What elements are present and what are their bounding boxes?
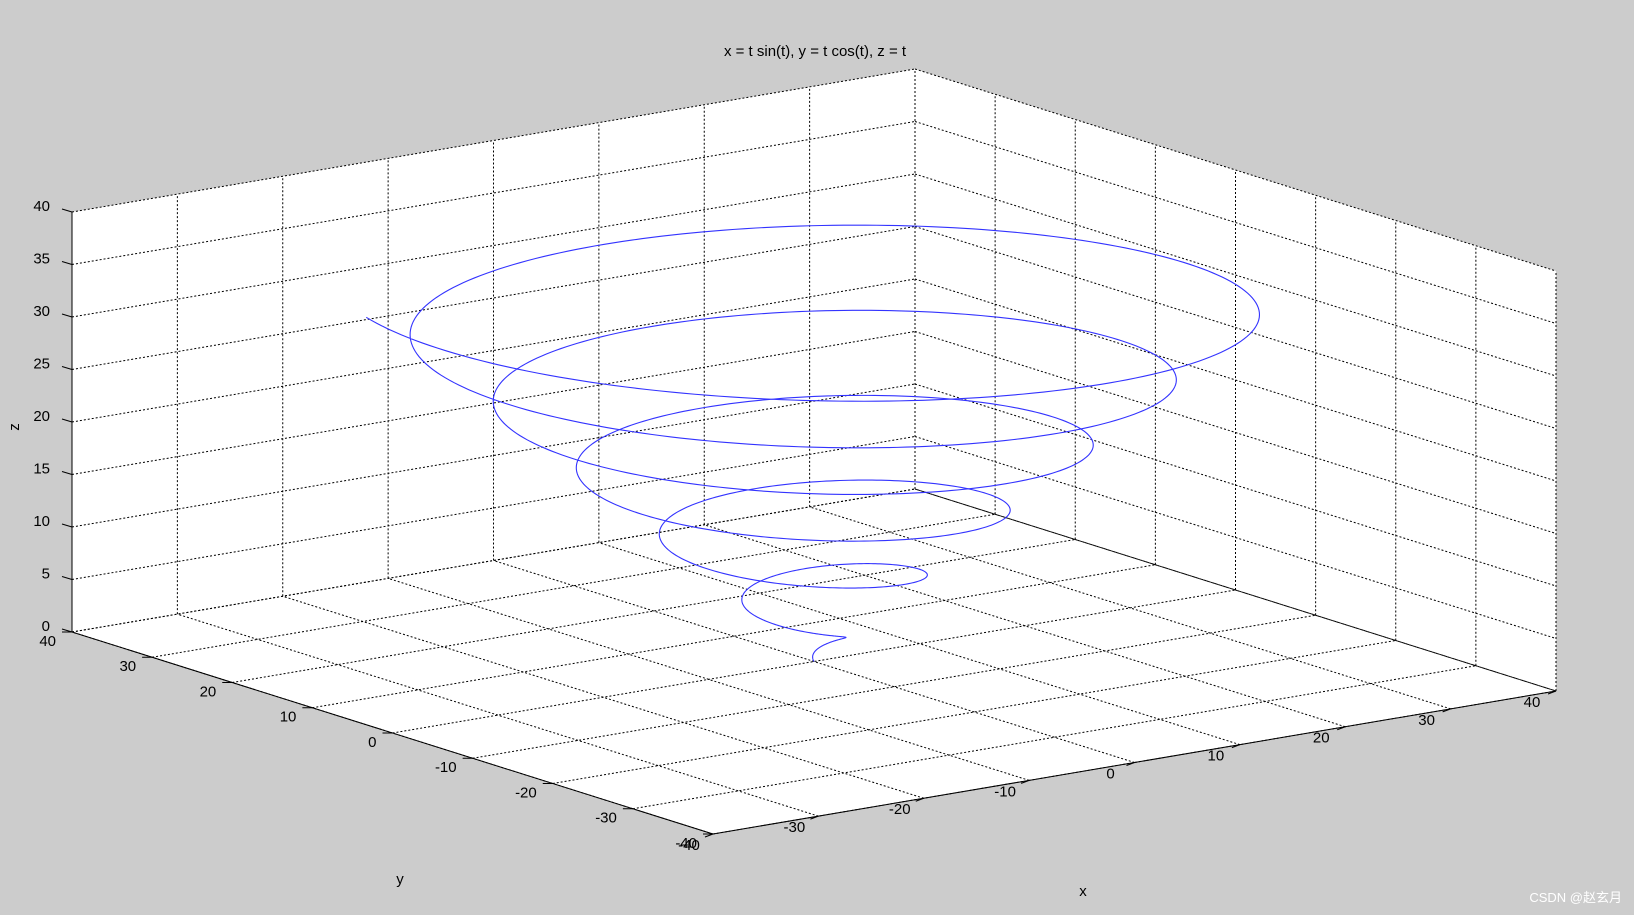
watermark: CSDN @赵玄月 <box>1529 890 1622 905</box>
x-tick-label: -10 <box>994 783 1016 800</box>
y-tick-label: 10 <box>280 709 297 726</box>
y-tick-label: -10 <box>435 759 457 776</box>
z-tick-label: 10 <box>33 513 50 530</box>
z-tick-label: 15 <box>33 460 50 477</box>
z-axis-label: z <box>6 423 23 431</box>
y-tick-label: 30 <box>119 658 136 675</box>
x-axis-label: x <box>1079 883 1087 900</box>
z-tick-mark <box>61 471 73 475</box>
z-tick-mark <box>61 523 73 528</box>
y-tick-label: -30 <box>595 810 617 827</box>
z-tick-label: 35 <box>33 250 50 267</box>
z-tick-label: 5 <box>42 565 50 582</box>
y-tick-label: -40 <box>675 835 697 852</box>
x-tick-label: -20 <box>889 801 911 818</box>
x-tick-label: -30 <box>784 819 806 836</box>
z-tick-mark <box>61 261 73 265</box>
z-tick-label: 20 <box>33 408 50 425</box>
y-tick-label: 20 <box>200 683 217 700</box>
y-tick-label: -20 <box>515 784 537 801</box>
z-tick-mark <box>61 576 73 580</box>
y-tick-label: 40 <box>39 633 56 650</box>
z-tick-label: 40 <box>33 198 50 215</box>
x-tick-label: 30 <box>1418 712 1435 729</box>
x-tick-label: 20 <box>1313 730 1330 747</box>
figure: -40-30-20-10010203040-40-30-20-100102030… <box>6 43 1622 905</box>
x-tick-label: 10 <box>1208 748 1225 765</box>
y-tick-label: 0 <box>368 734 376 751</box>
z-tick-mark <box>61 208 73 213</box>
x-tick-label: 0 <box>1106 765 1114 782</box>
chart-title: x = t sin(t), y = t cos(t), z = t <box>724 43 907 60</box>
z-tick-mark <box>61 366 73 370</box>
z-tick-mark <box>61 313 73 318</box>
z-tick-mark <box>61 418 73 423</box>
z-tick-label: 30 <box>33 303 50 320</box>
y-axis-label: y <box>396 871 404 888</box>
x-tick-label: 40 <box>1524 694 1541 711</box>
z-tick-label: 25 <box>33 355 50 372</box>
z-tick-label: 0 <box>42 618 50 635</box>
